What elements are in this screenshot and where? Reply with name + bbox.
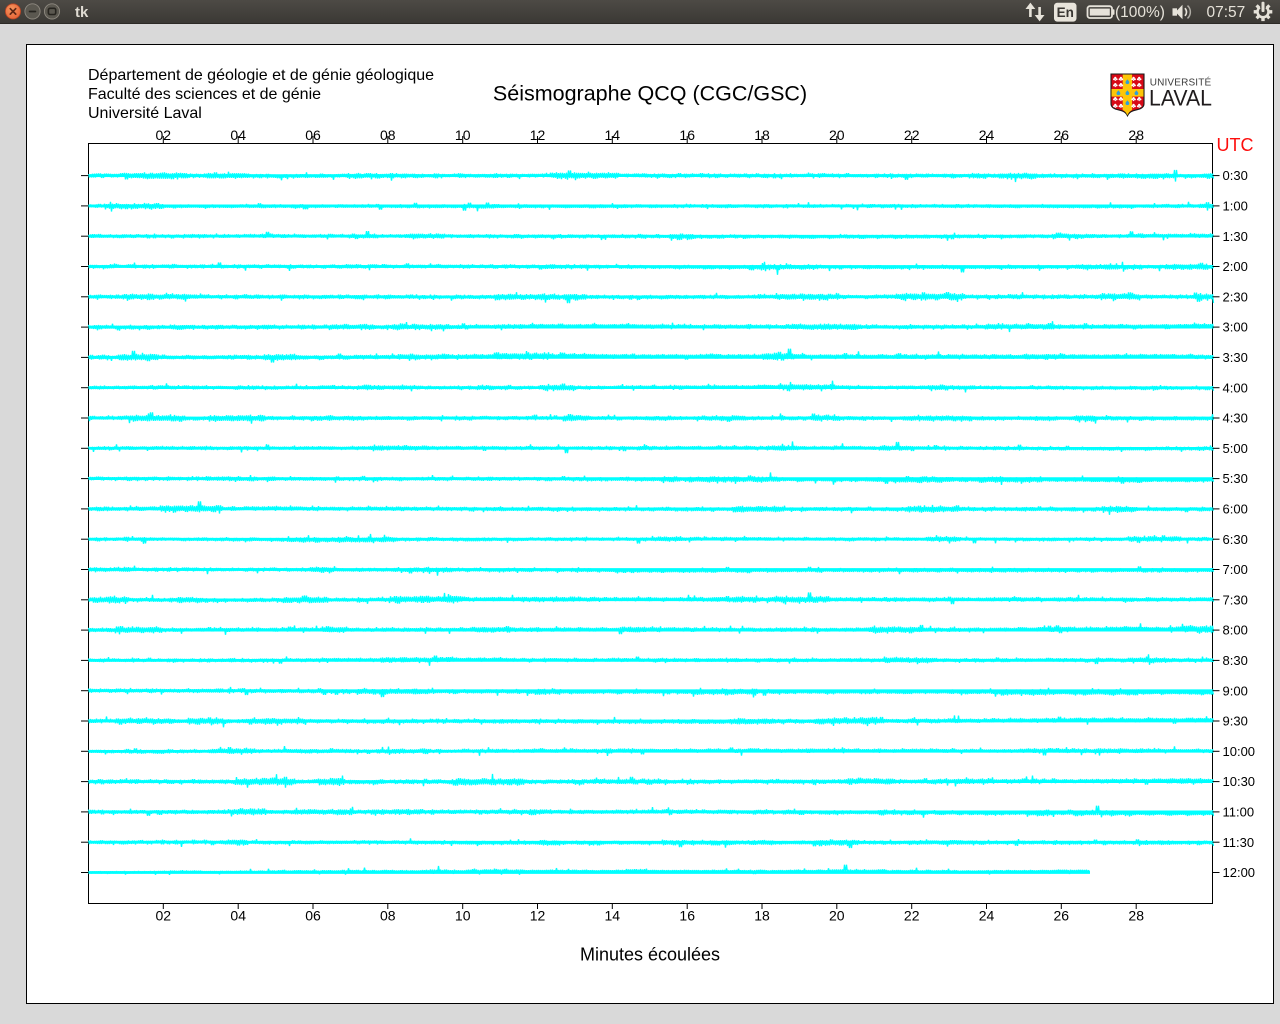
svg-text:10: 10 bbox=[455, 908, 471, 924]
svg-text:16: 16 bbox=[679, 908, 695, 924]
svg-text:6:00: 6:00 bbox=[1223, 502, 1248, 517]
svg-text:02: 02 bbox=[156, 127, 172, 143]
svg-text:07:57: 07:57 bbox=[1207, 4, 1246, 21]
svg-text:5:00: 5:00 bbox=[1223, 441, 1248, 456]
svg-text:6:30: 6:30 bbox=[1223, 532, 1248, 547]
svg-text:Séismographe QCQ (CGC/GSC): Séismographe QCQ (CGC/GSC) bbox=[493, 82, 807, 106]
svg-text:24: 24 bbox=[979, 127, 995, 143]
svg-text:3:00: 3:00 bbox=[1223, 320, 1248, 335]
svg-text:En: En bbox=[1057, 5, 1074, 20]
svg-text:18: 18 bbox=[754, 127, 770, 143]
svg-text:4:00: 4:00 bbox=[1223, 380, 1248, 395]
svg-text:tk: tk bbox=[75, 4, 89, 21]
svg-text:04: 04 bbox=[230, 127, 246, 143]
svg-text:5:30: 5:30 bbox=[1223, 471, 1248, 486]
svg-text:22: 22 bbox=[904, 127, 920, 143]
svg-text:2:30: 2:30 bbox=[1223, 289, 1248, 304]
svg-text:0:30: 0:30 bbox=[1223, 168, 1248, 183]
svg-text:8:30: 8:30 bbox=[1223, 653, 1248, 668]
svg-text:Faculté des sciences et de gén: Faculté des sciences et de génie bbox=[88, 86, 321, 103]
svg-text:20: 20 bbox=[829, 127, 845, 143]
svg-text:4:30: 4:30 bbox=[1223, 411, 1248, 426]
svg-text:10:30: 10:30 bbox=[1223, 774, 1256, 789]
svg-text:3:30: 3:30 bbox=[1223, 350, 1248, 365]
svg-text:11:00: 11:00 bbox=[1223, 805, 1255, 820]
svg-text:18: 18 bbox=[754, 908, 770, 924]
svg-text:12: 12 bbox=[530, 127, 546, 143]
svg-text:1:30: 1:30 bbox=[1223, 229, 1248, 244]
svg-text:06: 06 bbox=[305, 908, 321, 924]
svg-text:04: 04 bbox=[230, 908, 246, 924]
svg-text:9:30: 9:30 bbox=[1223, 714, 1248, 729]
svg-text:2:00: 2:00 bbox=[1223, 259, 1248, 274]
svg-text:08: 08 bbox=[380, 127, 396, 143]
svg-text:14: 14 bbox=[605, 127, 621, 143]
svg-text:12: 12 bbox=[530, 908, 546, 924]
svg-text:12:00: 12:00 bbox=[1223, 865, 1256, 880]
svg-text:11:30: 11:30 bbox=[1223, 835, 1255, 850]
svg-text:1:00: 1:00 bbox=[1223, 199, 1248, 214]
svg-text:06: 06 bbox=[305, 127, 321, 143]
svg-text:LAVAL: LAVAL bbox=[1149, 86, 1212, 111]
svg-text:Minutes écoulées: Minutes écoulées bbox=[580, 945, 720, 965]
svg-text:7:30: 7:30 bbox=[1223, 592, 1248, 607]
svg-text:14: 14 bbox=[605, 908, 621, 924]
svg-text:9:00: 9:00 bbox=[1223, 683, 1248, 698]
svg-text:8:00: 8:00 bbox=[1223, 623, 1248, 638]
svg-text:7:00: 7:00 bbox=[1223, 562, 1248, 577]
svg-text:10:00: 10:00 bbox=[1223, 744, 1256, 759]
svg-text:28: 28 bbox=[1128, 127, 1144, 143]
svg-text:26: 26 bbox=[1054, 908, 1070, 924]
svg-text:Université Laval: Université Laval bbox=[88, 105, 202, 122]
svg-text:24: 24 bbox=[979, 908, 995, 924]
svg-text:10: 10 bbox=[455, 127, 471, 143]
svg-text:08: 08 bbox=[380, 908, 396, 924]
svg-text:02: 02 bbox=[156, 908, 172, 924]
svg-text:22: 22 bbox=[904, 908, 920, 924]
svg-text:(100%): (100%) bbox=[1115, 4, 1165, 21]
svg-text:26: 26 bbox=[1054, 127, 1070, 143]
svg-text:16: 16 bbox=[679, 127, 695, 143]
svg-text:Département de géologie et de: Département de géologie et de génie géol… bbox=[88, 67, 434, 84]
svg-text:UTC: UTC bbox=[1217, 135, 1254, 155]
svg-text:20: 20 bbox=[829, 908, 845, 924]
svg-text:28: 28 bbox=[1128, 908, 1144, 924]
